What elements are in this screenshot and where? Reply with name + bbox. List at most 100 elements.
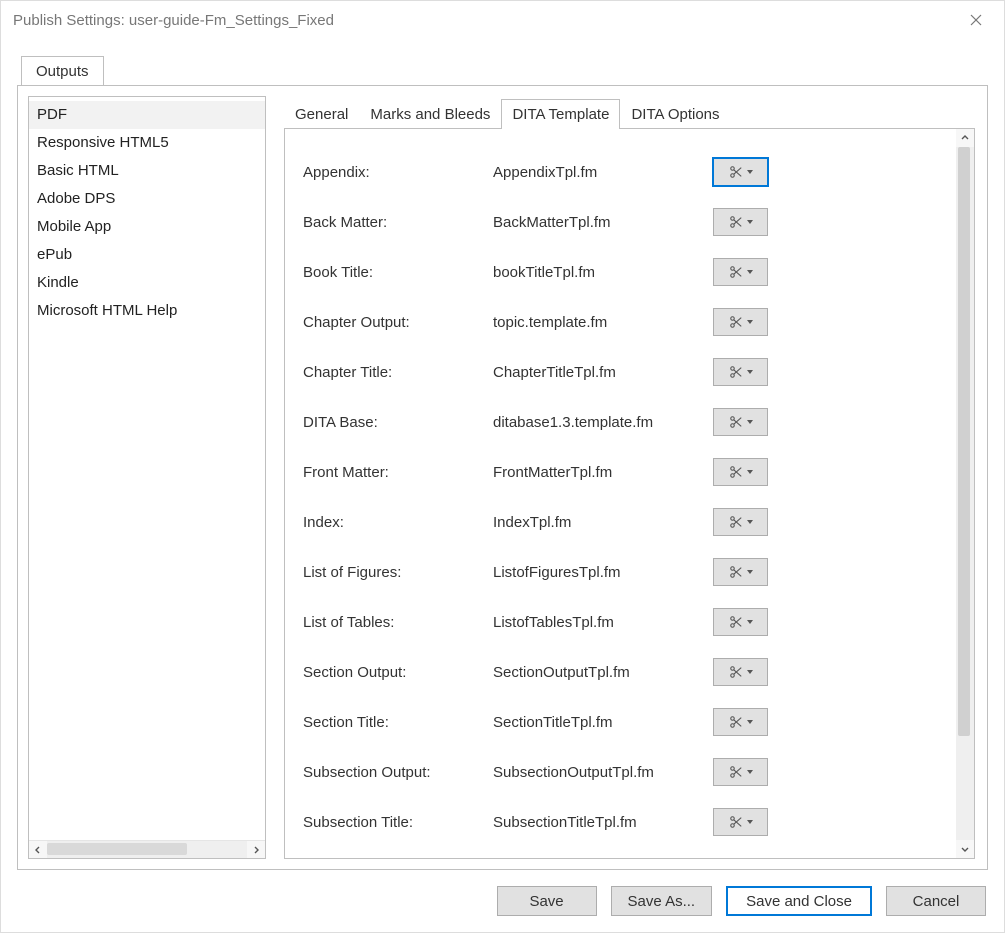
template-action-button[interactable] bbox=[713, 508, 768, 536]
sidebar-item[interactable]: ePub bbox=[29, 241, 265, 269]
caret-down-icon bbox=[747, 420, 753, 424]
template-row: Index:IndexTpl.fm bbox=[303, 497, 946, 547]
window-title: Publish Settings: user-guide-Fm_Settings… bbox=[13, 12, 960, 29]
scroll-right-icon[interactable] bbox=[247, 841, 265, 858]
template-value: SectionTitleTpl.fm bbox=[493, 714, 713, 731]
titlebar: Publish Settings: user-guide-Fm_Settings… bbox=[1, 1, 1004, 39]
template-value: SubsectionTitleTpl.fm bbox=[493, 814, 713, 831]
template-action-button[interactable] bbox=[713, 458, 768, 486]
template-action-button[interactable] bbox=[713, 708, 768, 736]
template-value: IndexTpl.fm bbox=[493, 514, 713, 531]
template-label: Section Output: bbox=[303, 664, 493, 681]
template-value: BackMatterTpl.fm bbox=[493, 214, 713, 231]
scroll-thumb[interactable] bbox=[958, 147, 970, 736]
template-action-button[interactable] bbox=[713, 408, 768, 436]
scissors-icon bbox=[729, 815, 743, 829]
caret-down-icon bbox=[747, 520, 753, 524]
template-value: ditabase1.3.template.fm bbox=[493, 414, 713, 431]
caret-down-icon bbox=[747, 670, 753, 674]
scroll-track[interactable] bbox=[956, 147, 974, 840]
template-row: Front Matter:FrontMatterTpl.fm bbox=[303, 447, 946, 497]
scissors-icon bbox=[729, 765, 743, 779]
caret-down-icon bbox=[747, 220, 753, 224]
tab-dita-options[interactable]: DITA Options bbox=[620, 99, 730, 129]
template-value: FrontMatterTpl.fm bbox=[493, 464, 713, 481]
template-row: Chapter Output:topic.template.fm bbox=[303, 297, 946, 347]
caret-down-icon bbox=[747, 570, 753, 574]
scroll-up-icon[interactable] bbox=[956, 129, 974, 147]
scroll-thumb[interactable] bbox=[47, 843, 187, 855]
scroll-down-icon[interactable] bbox=[956, 840, 974, 858]
sidebar-item[interactable]: Mobile App bbox=[29, 213, 265, 241]
save-as-button[interactable]: Save As... bbox=[611, 886, 713, 916]
tab-outputs[interactable]: Outputs bbox=[21, 56, 104, 86]
template-action-button[interactable] bbox=[713, 308, 768, 336]
template-label: Front Matter: bbox=[303, 464, 493, 481]
tab-general[interactable]: General bbox=[284, 99, 359, 129]
template-row: Chapter Title:ChapterTitleTpl.fm bbox=[303, 347, 946, 397]
template-action-button[interactable] bbox=[713, 558, 768, 586]
sidebar-h-scrollbar[interactable] bbox=[29, 840, 265, 858]
outputs-sidebar: PDFResponsive HTML5Basic HTMLAdobe DPSMo… bbox=[28, 96, 266, 859]
template-form: Appendix:AppendixTpl.fm Back Matter:BackM… bbox=[285, 129, 956, 858]
caret-down-icon bbox=[747, 370, 753, 374]
sidebar-item[interactable]: Microsoft HTML Help bbox=[29, 297, 265, 325]
close-icon bbox=[970, 14, 982, 26]
template-value: AppendixTpl.fm bbox=[493, 164, 713, 181]
scissors-icon bbox=[729, 615, 743, 629]
scissors-icon bbox=[729, 215, 743, 229]
scissors-icon bbox=[729, 665, 743, 679]
template-row: Subsection Output:SubsectionOutputTpl.fm bbox=[303, 747, 946, 797]
scissors-icon bbox=[729, 165, 743, 179]
save-button[interactable]: Save bbox=[497, 886, 597, 916]
template-action-button[interactable] bbox=[713, 208, 768, 236]
template-row: Appendix:AppendixTpl.fm bbox=[303, 147, 946, 197]
inner-tabstrip: GeneralMarks and BleedsDITA TemplateDITA… bbox=[284, 98, 975, 129]
caret-down-icon bbox=[747, 170, 753, 174]
caret-down-icon bbox=[747, 770, 753, 774]
template-label: Back Matter: bbox=[303, 214, 493, 231]
template-label: Section Title: bbox=[303, 714, 493, 731]
template-action-button[interactable] bbox=[713, 358, 768, 386]
template-row: Section Output:SectionOutputTpl.fm bbox=[303, 647, 946, 697]
template-action-button[interactable] bbox=[713, 658, 768, 686]
template-label: Index: bbox=[303, 514, 493, 531]
template-row: Book Title:bookTitleTpl.fm bbox=[303, 247, 946, 297]
template-action-button[interactable] bbox=[713, 158, 768, 186]
scroll-track[interactable] bbox=[47, 841, 247, 858]
template-label: Chapter Output: bbox=[303, 314, 493, 331]
sidebar-item[interactable]: PDF bbox=[29, 101, 265, 129]
template-label: Subsection Title: bbox=[303, 814, 493, 831]
template-value: bookTitleTpl.fm bbox=[493, 264, 713, 281]
dialog-footer: Save Save As... Save and Close Cancel bbox=[1, 870, 1004, 932]
save-and-close-button[interactable]: Save and Close bbox=[726, 886, 872, 916]
template-value: ChapterTitleTpl.fm bbox=[493, 364, 713, 381]
template-value: ListofFiguresTpl.fm bbox=[493, 564, 713, 581]
scissors-icon bbox=[729, 415, 743, 429]
sidebar-item[interactable]: Responsive HTML5 bbox=[29, 129, 265, 157]
close-button[interactable] bbox=[960, 1, 992, 39]
sidebar-item[interactable]: Basic HTML bbox=[29, 157, 265, 185]
template-label: List of Figures: bbox=[303, 564, 493, 581]
scissors-icon bbox=[729, 715, 743, 729]
template-label: Appendix: bbox=[303, 164, 493, 181]
template-value: SubsectionOutputTpl.fm bbox=[493, 764, 713, 781]
template-value: SectionOutputTpl.fm bbox=[493, 664, 713, 681]
form-v-scrollbar[interactable] bbox=[956, 129, 974, 858]
template-action-button[interactable] bbox=[713, 258, 768, 286]
template-action-button[interactable] bbox=[713, 608, 768, 636]
tab-dita-template[interactable]: DITA Template bbox=[501, 99, 620, 129]
sidebar-item[interactable]: Adobe DPS bbox=[29, 185, 265, 213]
template-action-button[interactable] bbox=[713, 808, 768, 836]
outputs-list[interactable]: PDFResponsive HTML5Basic HTMLAdobe DPSMo… bbox=[29, 97, 265, 840]
scissors-icon bbox=[729, 565, 743, 579]
tab-marks-and-bleeds[interactable]: Marks and Bleeds bbox=[359, 99, 501, 129]
cancel-button[interactable]: Cancel bbox=[886, 886, 986, 916]
content-area: GeneralMarks and BleedsDITA TemplateDITA… bbox=[266, 96, 987, 859]
template-action-button[interactable] bbox=[713, 758, 768, 786]
scroll-left-icon[interactable] bbox=[29, 841, 47, 858]
template-row: DITA Base:ditabase1.3.template.fm bbox=[303, 397, 946, 447]
caret-down-icon bbox=[747, 720, 753, 724]
sidebar-item[interactable]: Kindle bbox=[29, 269, 265, 297]
scissors-icon bbox=[729, 515, 743, 529]
